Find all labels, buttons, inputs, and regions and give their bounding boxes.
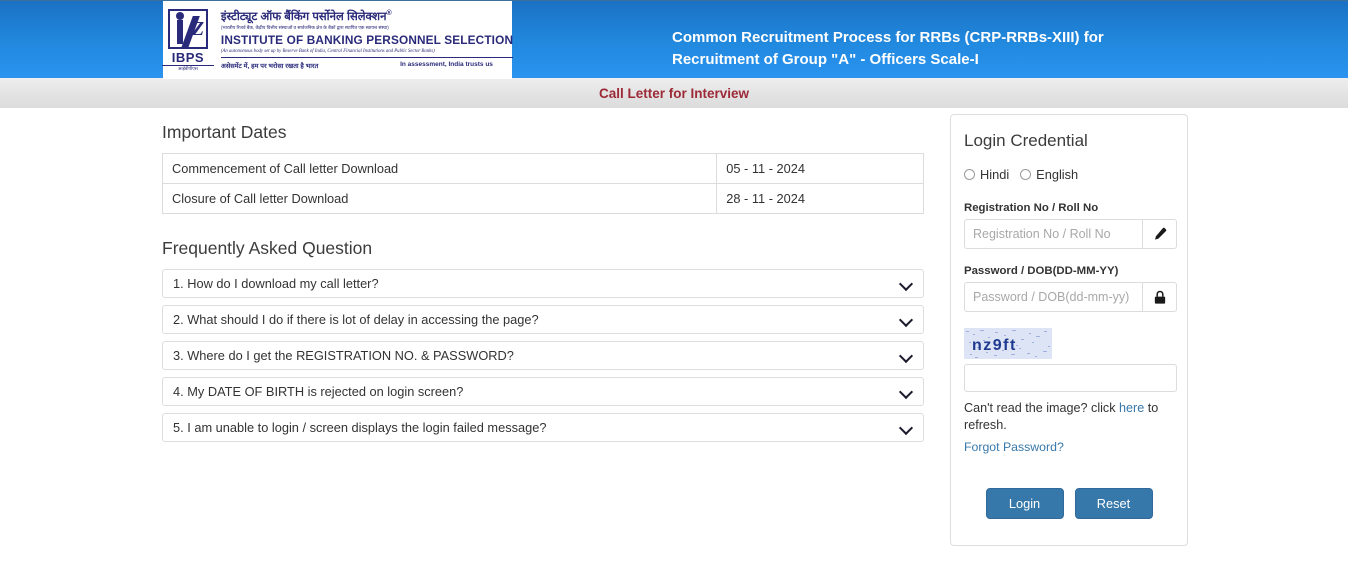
logo-tagline-english: In assessment, India trusts us: [400, 60, 493, 68]
chevron-down-icon[interactable]: [900, 313, 913, 326]
login-panel: Login Credential Hindi English Registrat…: [950, 114, 1188, 546]
faq-heading: Frequently Asked Question: [162, 238, 373, 258]
language-radio-group: Hindi English: [964, 167, 1174, 182]
captcha-image: nz9ft: [964, 328, 1052, 359]
faq-item-1[interactable]: 1. How do I download my call letter?: [162, 269, 924, 298]
faq-item-3[interactable]: 3. Where do I get the REGISTRATION NO. &…: [162, 341, 924, 370]
faq-question-label: 3. Where do I get the REGISTRATION NO. &…: [173, 348, 514, 363]
captcha-text: nz9ft: [972, 337, 1017, 354]
chevron-down-icon[interactable]: [900, 385, 913, 398]
left-column: Important Dates Commencement of Call let…: [161, 122, 924, 449]
registration-field-label: Registration No / Roll No: [964, 202, 1099, 214]
main-content: Important Dates Commencement of Call let…: [0, 108, 1348, 571]
lock-icon[interactable]: [1142, 282, 1177, 312]
chevron-down-icon[interactable]: [900, 421, 913, 434]
radio-option-hindi[interactable]: Hindi: [964, 167, 1009, 182]
radio-english-label: English: [1036, 167, 1079, 182]
logo-hindi-title: इंस्टीट्यूट ऑफ बैंकिंग पर्सोनेल सिलेक्शन…: [220, 10, 392, 24]
radio-option-english[interactable]: English: [1020, 167, 1078, 182]
chevron-down-icon[interactable]: [900, 349, 913, 362]
date-label: Commencement of Call letter Download: [161, 153, 718, 184]
login-button[interactable]: Login: [985, 488, 1064, 519]
refresh-captcha-link[interactable]: here: [1119, 401, 1144, 415]
login-heading: Login Credential: [964, 131, 1088, 150]
logo-english-title: INSTITUTE OF BANKING PERSONNEL SELECTION: [220, 33, 514, 48]
registration-input[interactable]: [964, 219, 1142, 249]
date-label: Closure of Call letter Download: [161, 183, 718, 214]
ibps-logo-mark: Z IBPS आईबीपीएस: [161, 8, 214, 71]
logo-hindi-subtitle: (भारतीय रिजर्व बैंक, केंद्रीय वित्तीय सं…: [220, 25, 389, 31]
captcha-input[interactable]: [964, 364, 1177, 392]
page-header: Z IBPS आईबीपीएस इंस्टीट्यूट ऑफ बैंकिंग प…: [0, 0, 1348, 79]
important-dates-heading: Important Dates: [162, 122, 287, 142]
password-field-label: Password / DOB(DD-MM-YY): [964, 265, 1119, 277]
faq-item-5[interactable]: 5. I am unable to login / screen display…: [162, 413, 924, 442]
faq-item-2[interactable]: 2. What should I do if there is lot of d…: [162, 305, 924, 334]
chevron-down-icon[interactable]: [900, 277, 913, 290]
page-title: Common Recruitment Process for RRBs (CRP…: [672, 27, 1232, 71]
date-value: 28 - 11 - 2024: [716, 183, 924, 214]
page-title-line2: Recruitment of Group "A" - Officers Scal…: [672, 50, 979, 68]
faq-question-label: 5. I am unable to login / screen display…: [173, 420, 547, 435]
ibps-logo-box: Z IBPS आईबीपीएस इंस्टीट्यूट ऑफ बैंकिंग प…: [161, 1, 514, 79]
reset-button[interactable]: Reset: [1074, 488, 1153, 519]
faq-question-label: 4. My DATE OF BIRTH is rejected on login…: [173, 384, 464, 399]
pencil-icon[interactable]: [1142, 219, 1177, 249]
login-button-row: Login Reset: [964, 488, 1174, 519]
logo-tagline-row: असेसमेंट में, हम पर भरोसा रखता है भारत I…: [221, 61, 493, 70]
table-row: Closure of Call letter Download 28 - 11 …: [161, 183, 924, 214]
date-value: 05 - 11 - 2024: [716, 153, 924, 184]
forgot-password-link[interactable]: Forgot Password?: [964, 440, 1064, 454]
password-input[interactable]: [964, 282, 1142, 312]
refresh-prefix: Can't read the image? click: [964, 401, 1120, 415]
ibps-acronym-hindi: आईबीपीएस: [161, 64, 214, 71]
captcha-refresh-text: Can't read the image? click here to refr…: [964, 400, 1174, 434]
subtitle-text: Call Letter for Interview: [598, 85, 750, 101]
faq-question-label: 1. How do I download my call letter?: [173, 276, 379, 291]
ibps-emblem-icon: Z: [167, 8, 208, 49]
password-input-group: [964, 282, 1177, 312]
ibps-acronym: IBPS: [171, 49, 205, 65]
logo-tagline-hindi: असेसमेंट में, हम पर भरोसा रखता है भारत: [220, 62, 319, 70]
table-row: Commencement of Call letter Download 05 …: [161, 153, 924, 184]
radio-hindi-icon[interactable]: [964, 169, 975, 180]
faq-item-4[interactable]: 4. My DATE OF BIRTH is rejected on login…: [162, 377, 924, 406]
radio-hindi-label: Hindi: [980, 167, 1010, 182]
registration-input-group: [964, 219, 1177, 249]
logo-english-subtitle: (An autonomous body set up by Reserve Ba…: [220, 49, 514, 58]
subtitle-bar: Call Letter for Interview: [0, 78, 1348, 108]
radio-english-icon[interactable]: [1020, 169, 1032, 180]
faq-question-label: 2. What should I do if there is lot of d…: [173, 312, 539, 327]
page-title-line1: Common Recruitment Process for RRBs (CRP…: [672, 29, 1104, 46]
important-dates-table: Commencement of Call letter Download 05 …: [161, 153, 924, 214]
